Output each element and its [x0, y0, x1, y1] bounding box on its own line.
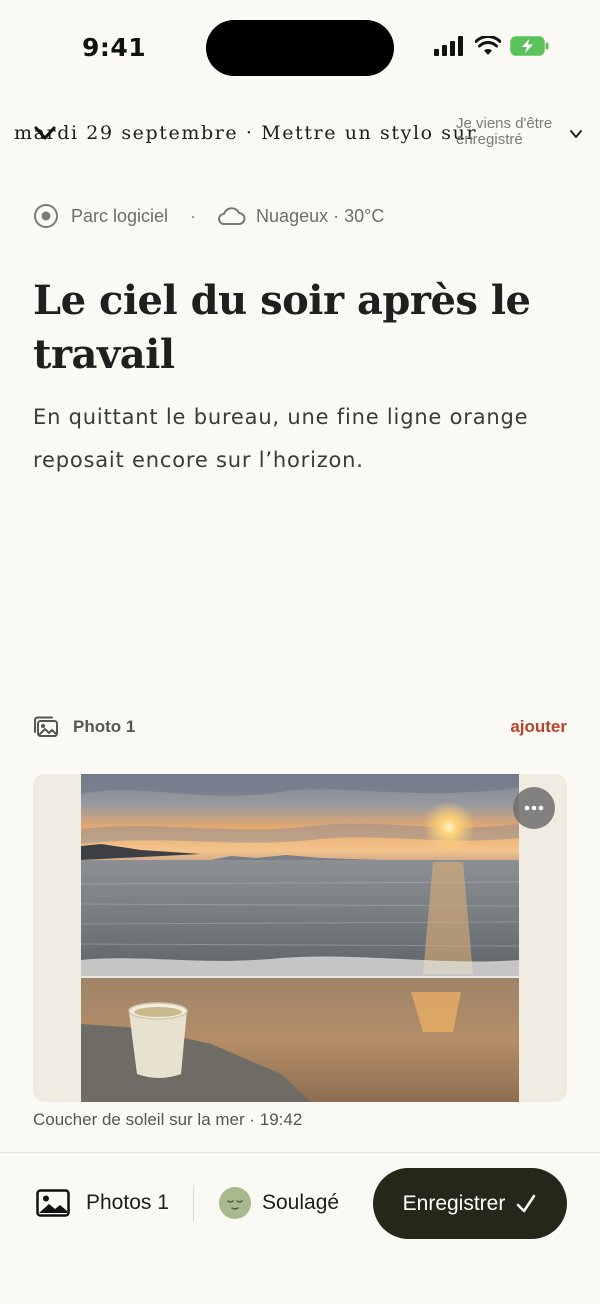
- chevron-down-icon[interactable]: [568, 126, 584, 142]
- more-horizontal-icon: [524, 805, 544, 811]
- meta-row: Parc logiciel · Nuageux · 30°C: [33, 202, 384, 230]
- chevron-down-icon[interactable]: [32, 120, 58, 146]
- image-icon: [36, 1189, 70, 1217]
- photo-more-button[interactable]: [513, 787, 555, 829]
- photos-button-label: Photos 1: [86, 1191, 169, 1214]
- battery-icon: [510, 36, 549, 56]
- top-bar: mardi 29 septembre · Mettre un stylo sur…: [0, 112, 600, 158]
- entry-date-title: mardi 29 septembre · Mettre un stylo sur…: [14, 122, 484, 144]
- toolbar-divider: [193, 1185, 194, 1221]
- entry-body[interactable]: En quittant le bureau, une fine ligne or…: [33, 396, 573, 482]
- location-dot-icon: [34, 204, 58, 228]
- mood-label: Soulagé: [262, 1191, 340, 1214]
- location-label[interactable]: Parc logiciel: [71, 206, 168, 227]
- calm-face-icon: [219, 1187, 251, 1219]
- sunset-photo[interactable]: [81, 774, 519, 1102]
- save-button[interactable]: Enregistrer: [373, 1168, 567, 1239]
- dynamic-island: [206, 20, 394, 76]
- photos-button[interactable]: Photos 1: [36, 1185, 169, 1221]
- wifi-icon: [475, 36, 501, 55]
- save-button-label: Enregistrer: [402, 1191, 506, 1215]
- meta-separator: ·: [190, 205, 197, 226]
- photos-section-header: Photo 1 ajouter: [33, 712, 567, 742]
- photos-icon: [34, 716, 58, 737]
- entry-title[interactable]: Le ciel du soir après le travail: [33, 274, 573, 382]
- save-status-label: Je viens d'être enregistré: [456, 115, 553, 148]
- status-icons: [434, 36, 550, 56]
- status-bar: 9:41: [0, 0, 600, 96]
- weather-label[interactable]: Nuageux · 30°C: [256, 206, 384, 227]
- photo-card[interactable]: [33, 774, 567, 1102]
- add-photo-link[interactable]: ajouter: [510, 717, 567, 737]
- photo-caption[interactable]: Coucher de soleil sur la mer · 19:42: [33, 1110, 302, 1130]
- signal-icon: [434, 36, 463, 56]
- cloud-icon: [218, 207, 246, 225]
- photos-count-label: Photo 1: [73, 717, 136, 736]
- mood-button[interactable]: Soulagé: [219, 1185, 339, 1221]
- checkmark-icon: [517, 1194, 536, 1212]
- bottom-toolbar: Photos 1 Soulagé Enregistrer: [0, 1152, 600, 1304]
- status-time: 9:41: [82, 33, 147, 62]
